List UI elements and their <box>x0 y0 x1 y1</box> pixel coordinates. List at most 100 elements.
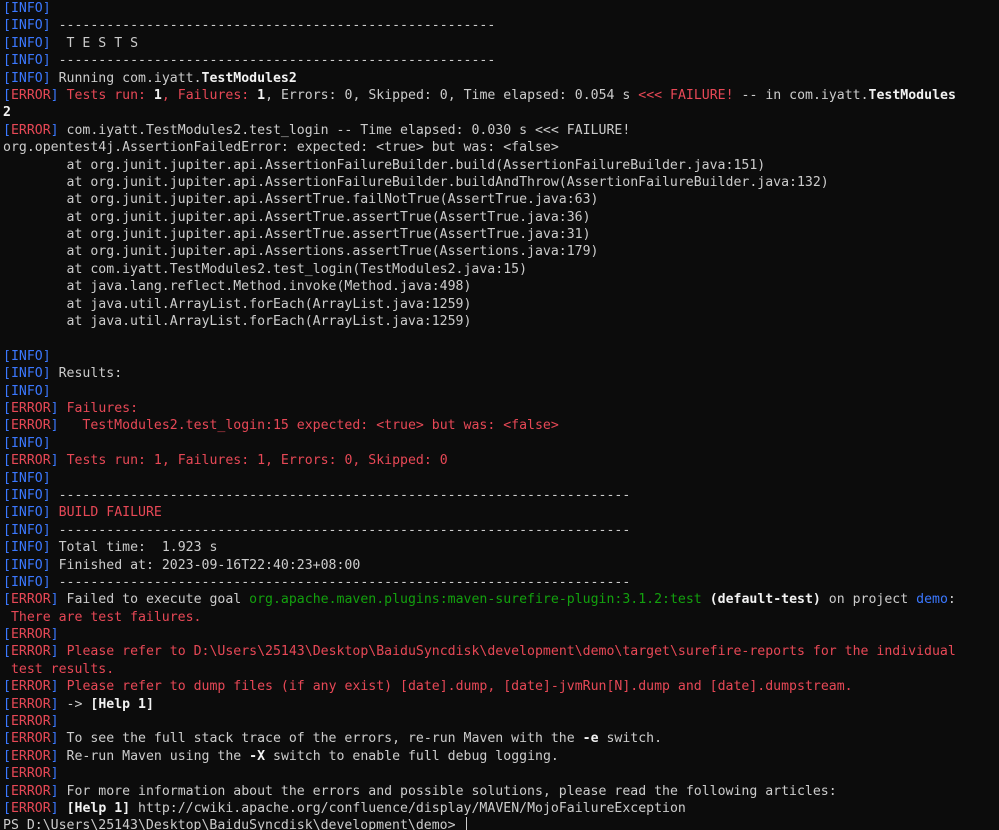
log-level-error: [ERROR] <box>3 400 59 416</box>
log-text: ----------------------------------------… <box>50 487 631 503</box>
log-level-info: [INFO] <box>3 35 51 51</box>
log-text: ----------------------------------------… <box>50 574 631 590</box>
terminal-line: [ERROR] For more information about the e… <box>3 783 999 800</box>
log-text: http://cwiki.apache.org/confluence/displ… <box>130 800 686 816</box>
log-text: For more information about the errors an… <box>58 783 837 799</box>
log-level-info: [INFO] <box>3 435 51 451</box>
log-level-info: [INFO] <box>3 348 51 364</box>
terminal-line: [ERROR] Tests run: 1, Failures: 1, Error… <box>3 87 999 104</box>
log-level-info: [INFO] <box>3 540 51 556</box>
log-text: -> <box>58 696 91 712</box>
log-text: (default-test) <box>709 592 821 608</box>
terminal-line: [ERROR] -> [Help 1] <box>3 696 999 713</box>
log-level-error: [ERROR] <box>3 87 59 103</box>
log-text: Total time: 1.923 s <box>50 540 218 556</box>
terminal-line: at org.junit.jupiter.api.AssertionFailur… <box>3 174 999 191</box>
log-text: -X <box>249 748 266 764</box>
log-text: at org.junit.jupiter.api.Assertions.asse… <box>3 244 599 260</box>
log-level-info: [INFO] <box>3 1 51 16</box>
terminal-line: [ERROR] Please refer to D:\Users\25143\D… <box>3 643 999 660</box>
log-level-info: [INFO] <box>3 53 51 69</box>
terminal-line: [ERROR] Re-run Maven using the -X switch… <box>3 748 999 765</box>
terminal-line: [INFO] <box>3 383 999 400</box>
terminal-line: at java.util.ArrayList.forEach(ArrayList… <box>3 313 999 330</box>
terminal-line: 2 <box>3 104 999 121</box>
log-text: Re-run Maven using the <box>58 748 250 764</box>
terminal-line: [INFO] Finished at: 2023-09-16T22:40:23+… <box>3 557 999 574</box>
log-text: ----------------------------------------… <box>50 53 496 69</box>
terminal-line: org.opentest4j.AssertionFailedError: exp… <box>3 139 999 156</box>
log-text: There are test failures. <box>3 609 202 625</box>
log-text: [Help 1] <box>66 800 131 816</box>
terminal-line: at org.junit.jupiter.api.Assertions.asse… <box>3 243 999 260</box>
terminal-line: [ERROR] <box>3 765 999 782</box>
log-text: demo <box>916 592 948 608</box>
terminal-line: test results. <box>3 661 999 678</box>
log-level-error: [ERROR] <box>3 644 59 660</box>
log-level-info: [INFO] <box>3 366 51 382</box>
log-level-info: [INFO] <box>3 383 51 399</box>
log-text: BUILD FAILURE <box>58 505 162 521</box>
log-text: To see the full stack trace of the error… <box>58 731 583 747</box>
log-text: test results. <box>3 661 115 677</box>
log-text: at java.util.ArrayList.forEach(ArrayList… <box>3 296 472 312</box>
log-level-info: [INFO] <box>3 487 51 503</box>
log-text: ----------------------------------------… <box>50 18 496 34</box>
log-text: com.iyatt.TestModules2.test_login -- Tim… <box>58 122 631 138</box>
log-level-error: [ERROR] <box>3 679 59 695</box>
log-text: 1 <box>257 87 266 103</box>
terminal-line: [ERROR] <box>3 626 999 643</box>
terminal-line: [INFO] Running com.iyatt.TestModules2 <box>3 70 999 87</box>
terminal-line: [ERROR] <box>3 713 999 730</box>
log-level-error: [ERROR] <box>3 696 59 712</box>
log-text: Failures: <box>66 400 139 416</box>
log-text: Failed to execute goal <box>58 592 250 608</box>
log-level-info: [INFO] <box>3 574 51 590</box>
log-level-info: [INFO] <box>3 557 51 573</box>
log-text: 2 <box>3 105 11 121</box>
log-level-error: [ERROR] <box>3 783 59 799</box>
log-text: Tests run: <box>66 87 154 103</box>
log-text: Results: <box>50 366 123 382</box>
log-text: at org.junit.jupiter.api.AssertTrue.asse… <box>3 227 591 243</box>
prompt-line[interactable]: PS D:\Users\25143\Desktop\BaiduSyncdisk\… <box>3 817 999 830</box>
log-text: at com.iyatt.TestModules2.test_login(Tes… <box>3 261 528 277</box>
terminal-line: [INFO] <box>3 435 999 452</box>
log-text: Tests run: 1, Failures: 1, Errors: 0, Sk… <box>66 453 448 469</box>
log-level-error: [ERROR] <box>3 731 59 747</box>
terminal-line: There are test failures. <box>3 609 999 626</box>
terminal-line: [INFO] ---------------------------------… <box>3 52 999 69</box>
terminal-line: [ERROR] Failed to execute goal org.apach… <box>3 591 999 608</box>
log-text: at org.junit.jupiter.api.AssertionFailur… <box>3 174 829 190</box>
log-text: TestModules <box>868 87 956 103</box>
terminal-line: at java.util.ArrayList.forEach(ArrayList… <box>3 296 999 313</box>
terminal-line: at org.junit.jupiter.api.AssertTrue.fail… <box>3 191 999 208</box>
log-text: switch to enable full debug logging. <box>265 748 559 764</box>
log-text: -- in com.iyatt. <box>733 87 869 103</box>
log-text: Failures: <box>177 87 258 103</box>
terminal-line: [INFO] T E S T S <box>3 35 999 52</box>
log-text: TestModules2.test_login:15 expected: <tr… <box>58 418 559 434</box>
terminal-line: [INFO] <box>3 470 999 487</box>
log-level-error: [ERROR] <box>3 800 59 816</box>
log-text: , <box>161 87 178 103</box>
terminal-output[interactable]: [INFO] [INFO] ---------------------------… <box>0 0 999 830</box>
log-level-error: [ERROR] <box>3 766 59 782</box>
terminal-line: at org.junit.jupiter.api.AssertionFailur… <box>3 157 999 174</box>
log-text: org.apache.maven.plugins:maven-surefire-… <box>249 592 702 608</box>
terminal-line: [INFO] ---------------------------------… <box>3 522 999 539</box>
log-text: <<< FAILURE! <box>638 87 734 103</box>
log-level-info: [INFO] <box>3 505 51 521</box>
terminal-line: at com.iyatt.TestModules2.test_login(Tes… <box>3 261 999 278</box>
log-level-error: [ERROR] <box>3 748 59 764</box>
log-level-info: [INFO] <box>3 522 51 538</box>
log-text: Finished at: 2023-09-16T22:40:23+08:00 <box>50 557 361 573</box>
log-level-error: [ERROR] <box>3 714 59 730</box>
terminal-line: at org.junit.jupiter.api.AssertTrue.asse… <box>3 209 999 226</box>
log-text: Running com.iyatt. <box>50 70 202 86</box>
terminal-line: [INFO] ---------------------------------… <box>3 487 999 504</box>
